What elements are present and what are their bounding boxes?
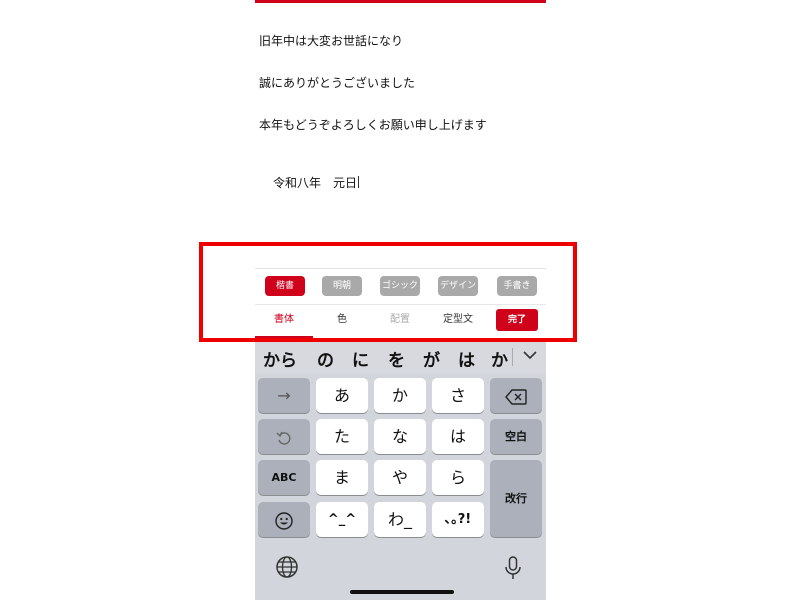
suggestion[interactable]: か [491,346,508,371]
suggestion-bar: から の に を が は か [255,340,546,374]
letter-line: 旧年中は大変お世話になり [259,34,404,48]
tab-template-text[interactable]: 定型文 [429,306,487,338]
backspace-key[interactable] [490,378,542,413]
font-option-kaisho[interactable]: 楷書 [265,276,305,296]
key-a[interactable]: あ [316,378,368,413]
suggestion[interactable]: に [352,346,369,371]
tab-label: 書体 [274,314,294,325]
text-cursor [358,176,360,188]
letter-line: 本年もどうぞよろしくお願い申し上げます [259,118,487,132]
font-toolbar: 楷書 明朝 ゴシック デザイン 手書き 書体 色 配置 定型文 完了 [255,268,546,338]
key-punctuation[interactable]: ､｡?! [432,502,484,537]
font-option-row: 楷書 明朝 ゴシック デザイン 手書き [255,276,546,296]
divider [255,268,546,269]
top-accent-rule [255,0,546,3]
return-key[interactable]: 改行 [490,460,542,537]
divider [255,304,546,305]
letter-line: 誠にありがとうございました [259,76,416,90]
key-kaomoji[interactable]: ^_^ [316,502,368,537]
backspace-icon [505,388,527,405]
emoji-key[interactable] [258,502,310,537]
arrow-right-key[interactable]: → [258,378,310,413]
emoji-icon [275,511,293,530]
key-wa[interactable]: わ_ [374,502,426,537]
signature-line: 令和八年 元日 [259,176,542,190]
key-ta[interactable]: た [316,419,368,454]
font-option-handwriting[interactable]: 手書き [497,276,537,296]
tab-color[interactable]: 色 [313,306,371,338]
tab-layout[interactable]: 配置 [371,306,429,338]
key-ya[interactable]: や [374,460,426,495]
key-ra[interactable]: ら [432,460,484,495]
suggestion[interactable]: は [458,346,475,371]
chevron-down-icon[interactable] [517,346,543,368]
suggestion[interactable]: を [388,346,405,371]
undo-icon [276,431,291,445]
microphone-icon[interactable] [501,555,527,581]
font-option-mincho[interactable]: 明朝 [322,276,362,296]
suggestion[interactable]: から [263,346,297,371]
home-indicator[interactable] [350,590,454,594]
suggestion[interactable]: の [317,346,334,371]
phone-screen: 旧年中は大変お世話になり 誠にありがとうございました 本年もどうぞよろしくお願い… [255,0,546,600]
space-key[interactable]: 空白 [490,419,542,454]
signature-text: 令和八年 元日 [273,176,358,190]
key-na[interactable]: な [374,419,426,454]
suggestion[interactable]: が [423,346,440,371]
key-ma[interactable]: ま [316,460,368,495]
japanese-keyboard: から の に を が は か → あ か さ た な は 空白 ABC ま や … [255,340,546,600]
greeting-text-area[interactable]: 旧年中は大変お世話になり 誠にありがとうございました 本年もどうぞよろしくお願い… [259,6,542,218]
done-button[interactable]: 完了 [496,309,538,331]
font-option-gothic[interactable]: ゴシック [380,276,420,296]
key-ka[interactable]: か [374,378,426,413]
tab-typeface[interactable]: 書体 [255,306,313,338]
tab-row: 書体 色 配置 定型文 完了 [255,306,546,338]
key-sa[interactable]: さ [432,378,484,413]
undo-key[interactable] [258,419,310,454]
abc-key[interactable]: ABC [258,460,310,495]
active-tab-indicator [255,336,313,338]
font-option-design[interactable]: デザイン [438,276,478,296]
key-ha[interactable]: は [432,419,484,454]
globe-icon[interactable] [275,555,301,581]
divider [512,348,513,366]
